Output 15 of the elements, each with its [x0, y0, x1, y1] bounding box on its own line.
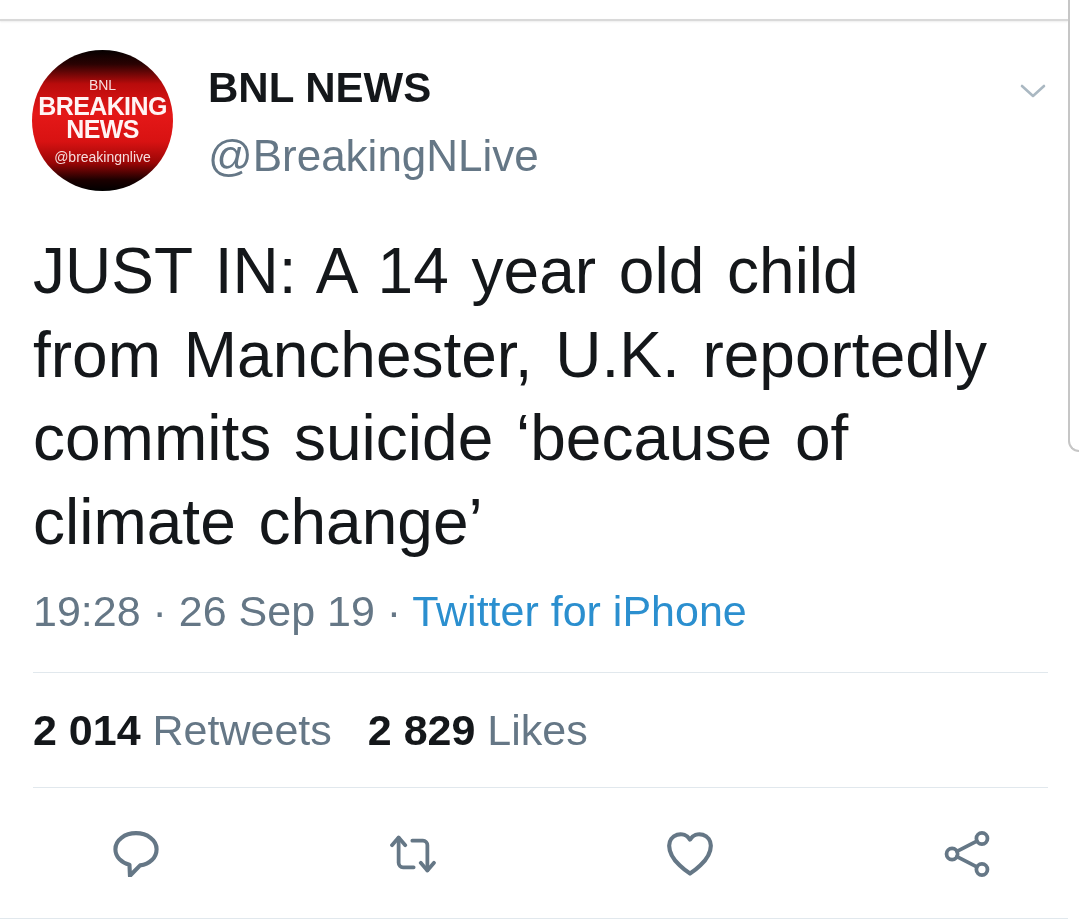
- heart-icon: [667, 831, 713, 877]
- stat-link[interactable]: 2 014 Retweets: [33, 704, 332, 756]
- tweet-text: JUST IN: A 14 year old child from Manchester, U.K. reportedly commits suicide ‘because of climate change’: [33, 234, 989, 560]
- timestamp: 19:28 · 26 Sep 19 ·: [33, 587, 402, 635]
- share-icon: [944, 831, 990, 877]
- author-name[interactable]: BNL NEWS: [208, 63, 432, 113]
- avatar-text: NEWS: [66, 117, 139, 141]
- avatar-text: @breakingnlive: [54, 148, 151, 165]
- avatar-text: BREAKING: [38, 94, 167, 118]
- source-link[interactable]: Twitter for iPhone: [412, 587, 747, 635]
- author-handle[interactable]: @BreakingNLive: [208, 130, 539, 182]
- speech-bubble-icon: [113, 831, 159, 877]
- avatar-text: BNL: [88, 76, 117, 93]
- stat-link[interactable]: 2 829 Likes: [367, 704, 588, 756]
- avatar-logo[interactable]: BNL BREAKING NEWS @breakingnlive: [32, 50, 173, 191]
